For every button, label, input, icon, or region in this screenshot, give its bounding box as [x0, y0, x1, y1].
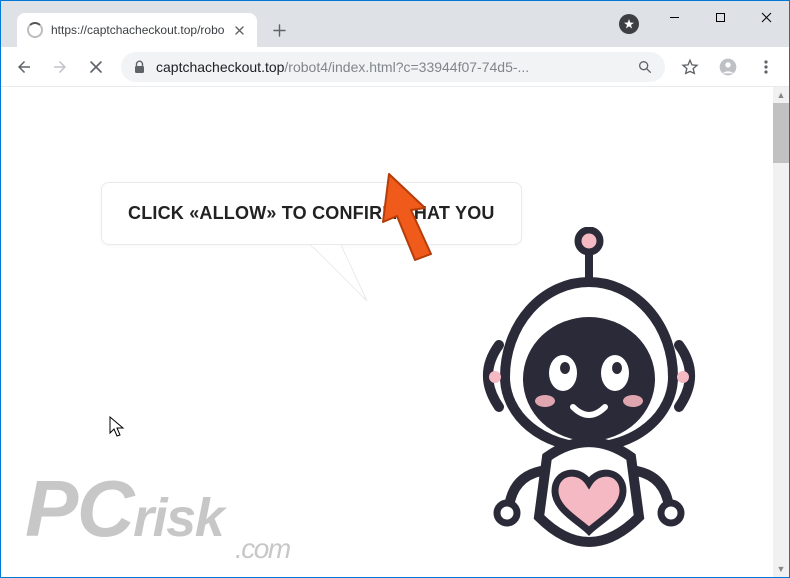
- toolbar: captchacheckout.top/robot4/index.html?c=…: [1, 47, 789, 87]
- window-controls: [607, 1, 789, 47]
- address-bar[interactable]: captchacheckout.top/robot4/index.html?c=…: [121, 52, 665, 82]
- new-tab-button[interactable]: [265, 16, 293, 44]
- search-in-page-icon[interactable]: [637, 59, 653, 75]
- watermark-domain: .com: [235, 537, 290, 561]
- scroll-up-arrow-icon[interactable]: ▲: [773, 87, 789, 103]
- watermark-brand: PCrisk: [25, 488, 223, 548]
- stop-reload-button[interactable]: [79, 52, 113, 82]
- menu-button[interactable]: [749, 52, 783, 82]
- loading-spinner-icon: [27, 22, 43, 38]
- window-minimize-button[interactable]: [651, 1, 697, 33]
- page-content: CLICK «ALLOW» TO CONFIRM THAT YOU: [1, 87, 789, 577]
- back-button[interactable]: [7, 52, 41, 82]
- profile-avatar-button[interactable]: [711, 52, 745, 82]
- mouse-cursor-icon: [109, 416, 125, 438]
- bookmark-star-button[interactable]: [673, 52, 707, 82]
- scroll-thumb[interactable]: [773, 103, 789, 163]
- incognito-toggle-icon[interactable]: [619, 14, 639, 34]
- window-close-button[interactable]: [743, 1, 789, 33]
- title-bar: https://captchacheckout.top/robo: [1, 1, 789, 47]
- vertical-scrollbar[interactable]: ▲ ▼: [773, 87, 789, 577]
- forward-button[interactable]: [43, 52, 77, 82]
- bubble-message: CLICK «ALLOW» TO CONFIRM THAT YOU: [128, 203, 495, 224]
- robot-mascot-image: [449, 227, 729, 567]
- browser-window: https://captchacheckout.top/robo: [0, 0, 790, 578]
- watermark: PCrisk .com: [25, 475, 290, 561]
- tabs-inner: https://captchacheckout.top/robo: [9, 1, 293, 47]
- browser-tab[interactable]: https://captchacheckout.top/robo: [17, 13, 257, 47]
- scroll-down-arrow-icon[interactable]: ▼: [773, 561, 789, 577]
- toolbar-right: [673, 52, 783, 82]
- tab-strip-spacer: [293, 1, 607, 47]
- tabs-area: https://captchacheckout.top/robo: [1, 1, 293, 47]
- lock-icon: [133, 60, 146, 74]
- tab-title: https://captchacheckout.top/robo: [51, 23, 225, 37]
- url-text: captchacheckout.top/robot4/index.html?c=…: [156, 59, 629, 75]
- url-path: /robot4/index.html?c=33944f07-74d5-...: [284, 59, 529, 75]
- window-maximize-button[interactable]: [697, 1, 743, 33]
- url-host: captchacheckout.top: [156, 59, 284, 75]
- tab-close-button[interactable]: [231, 22, 247, 38]
